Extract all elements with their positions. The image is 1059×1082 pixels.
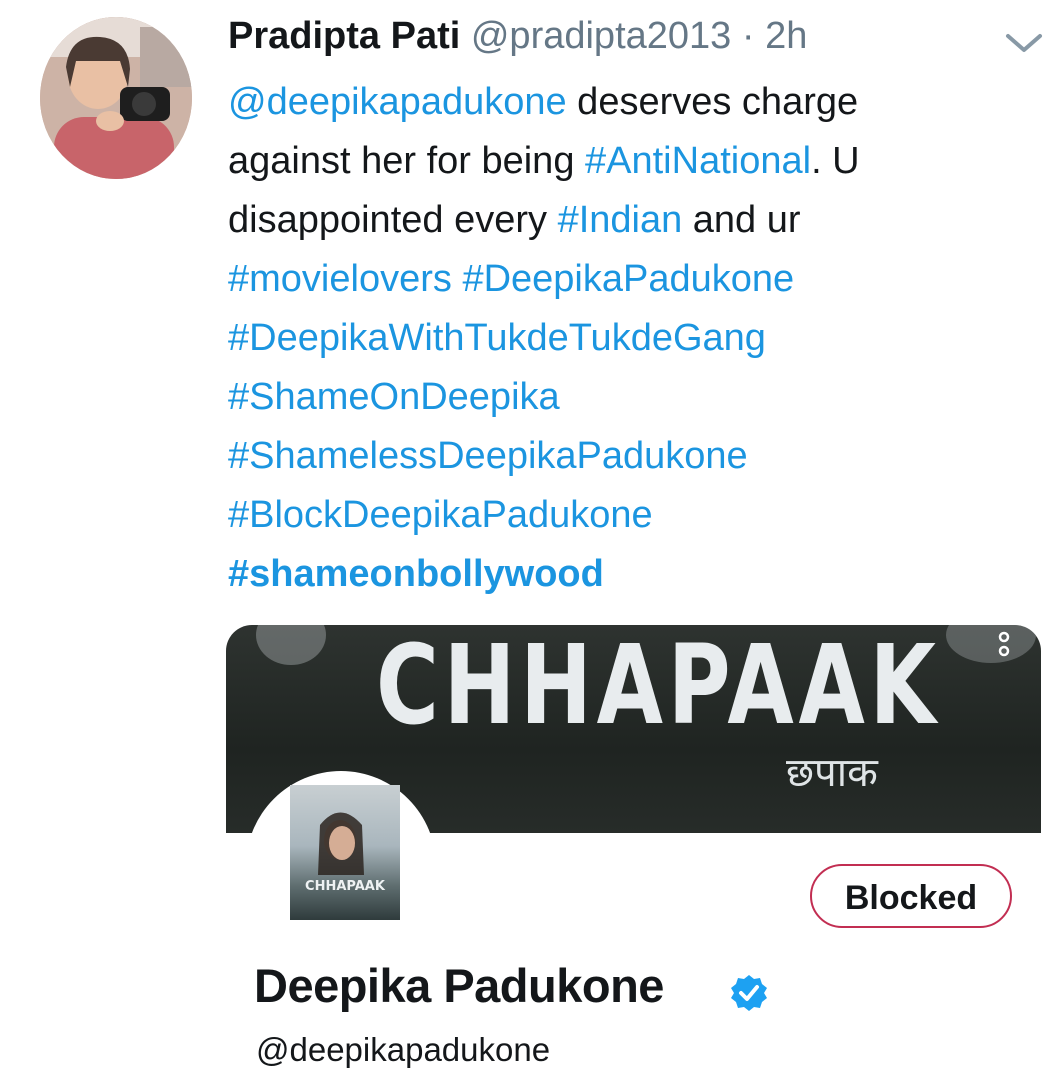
verified-badge-icon bbox=[731, 975, 767, 1011]
separator-dot: · bbox=[741, 15, 755, 57]
tweet-line: #DeepikaWithTukdeTukdeGang bbox=[228, 309, 1028, 368]
poster-title: CHHAPAAK bbox=[305, 879, 386, 894]
tweet-text-segment: deserves charge bbox=[566, 81, 859, 123]
blocked-button[interactable]: Blocked bbox=[810, 864, 1012, 928]
poster-image: CHHAPAAK bbox=[290, 785, 400, 920]
banner-title: CHHAPAAK bbox=[376, 625, 941, 749]
tweet-line: disappointed every #Indian and ur bbox=[228, 191, 1028, 250]
author-handle[interactable]: @pradipta2013 bbox=[471, 15, 731, 57]
author-avatar[interactable] bbox=[40, 17, 192, 179]
tweet-time[interactable]: 2h bbox=[765, 15, 807, 57]
chevron-down-icon[interactable] bbox=[1004, 30, 1044, 56]
hashtag-link[interactable]: #AntiNational bbox=[585, 140, 811, 182]
profile-name[interactable]: Deepika Padukone bbox=[254, 958, 664, 1013]
hashtag-link[interactable]: #movielovers bbox=[228, 258, 452, 300]
tweet-line: #shameonbollywood bbox=[228, 545, 1028, 604]
tweet-text-segment bbox=[452, 258, 463, 300]
tweet-text-segment: against her for being bbox=[228, 140, 586, 182]
tweet-line: #BlockDeepikaPadukone bbox=[228, 486, 1028, 545]
hashtag-link[interactable]: #Indian bbox=[558, 199, 683, 241]
tweet-line: @deepikapadukone deserves charge bbox=[228, 73, 1028, 132]
tweet-header: Pradipta Pati @pradipta2013 · 2h bbox=[228, 12, 807, 60]
author-name[interactable]: Pradipta Pati bbox=[228, 15, 460, 57]
quoted-profile-card[interactable]: CHHAPAAK छपाक CHHAPAAK Blocked Deepika P… bbox=[226, 625, 1041, 1080]
hashtag-link[interactable]: #DeepikaPadukone bbox=[462, 258, 794, 300]
tweet-text-segment: disappointed every bbox=[228, 199, 558, 241]
back-arrow-icon[interactable] bbox=[256, 625, 326, 665]
tweet-line: #movielovers #DeepikaPadukone bbox=[228, 250, 1028, 309]
tweet-text-segment: . U bbox=[811, 140, 860, 182]
tweet-line: against her for being #AntiNational. U bbox=[228, 132, 1028, 191]
tweet-text-segment: and ur bbox=[682, 199, 801, 241]
more-vertical-icon[interactable] bbox=[946, 625, 1036, 663]
hashtag-link[interactable]: #ShameOnDeepika bbox=[228, 376, 560, 418]
banner-subtitle: छपाक bbox=[786, 750, 878, 796]
tweet-text: @deepikapadukone deserves charge against … bbox=[228, 73, 1028, 604]
profile-handle[interactable]: @deepikapadukone bbox=[256, 1031, 550, 1069]
hashtag-link[interactable]: #ShamelessDeepikaPadukone bbox=[228, 435, 748, 477]
hashtag-link[interactable]: #DeepikaWithTukdeTukdeGang bbox=[228, 317, 766, 359]
tweet-line: #ShamelessDeepikaPadukone bbox=[228, 427, 1028, 486]
hashtag-link[interactable]: #BlockDeepikaPadukone bbox=[228, 494, 653, 536]
tweet-line: #ShameOnDeepika bbox=[228, 368, 1028, 427]
hashtag-link[interactable]: #shameonbollywood bbox=[228, 553, 604, 595]
mention-link[interactable]: @deepikapadukone bbox=[228, 81, 567, 123]
